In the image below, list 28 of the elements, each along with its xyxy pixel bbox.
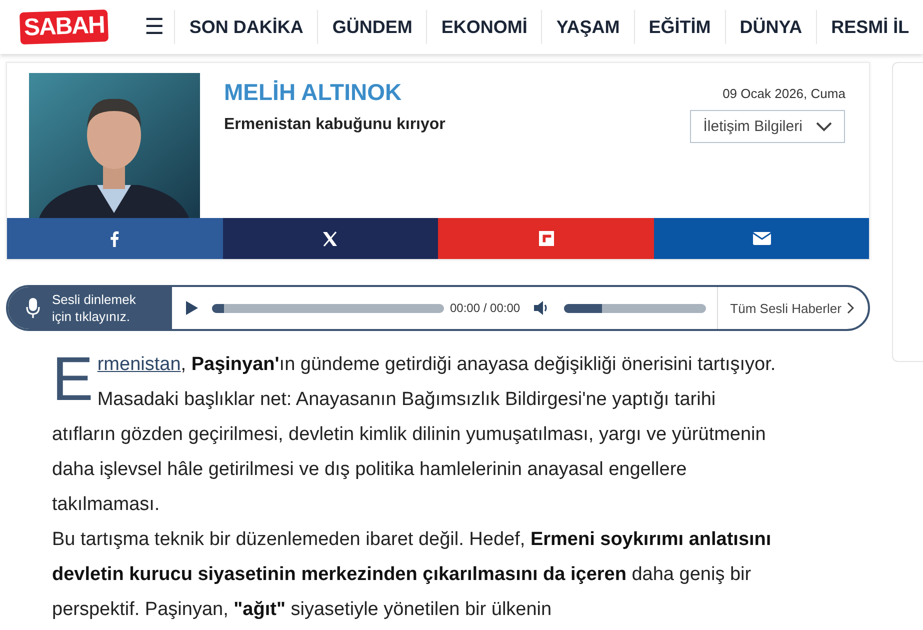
chevron-down-icon (816, 122, 832, 132)
volume-track[interactable] (564, 304, 706, 312)
all-audio-link[interactable]: Tüm Sesli Haberler (717, 287, 868, 329)
nav-link[interactable]: YAŞAM (542, 10, 635, 44)
nav-link[interactable]: GÜNDEM (318, 10, 428, 44)
share-button[interactable] (654, 218, 870, 259)
nav-link[interactable]: DÜNYA (726, 10, 818, 44)
logo[interactable]: SABAH (19, 9, 109, 45)
date: 09 Ocak 2026, Cuma (722, 86, 846, 101)
flipboard-icon (538, 231, 554, 246)
nav-link[interactable]: SON DAKİKA (175, 10, 318, 44)
article-title: Ermenistan kabuğunu kırıyor (224, 116, 446, 134)
article-link[interactable]: rmenistan (97, 354, 181, 375)
nav-link[interactable]: RESMİ İL (817, 10, 923, 44)
nav-link[interactable]: EKONOMİ (427, 10, 542, 44)
share-button[interactable] (438, 218, 654, 259)
contact-dropdown[interactable]: İletişim Bilgileri (690, 110, 846, 143)
play-icon[interactable] (186, 301, 198, 315)
facebook-icon (110, 230, 120, 246)
time-display: 00:00 / 00:00 (450, 301, 520, 315)
x-logo-icon (322, 230, 338, 246)
author-name[interactable]: MELİH ALTINOK (224, 79, 446, 106)
microphone-icon[interactable] (26, 298, 40, 318)
article-paragraph: Bu tartışma teknik bir düzenlemeden ibaret değil. Hedef, Ermeni soykırımı anlatısını devletin kurucu siyasetinin merkezinden çıkarılmasını da içeren daha geniş bir perspektif. Paşinyan, "ağıt" siyasetiyle yönetilen bir ülkenin (52, 528, 772, 622)
chevron-right-icon (847, 302, 854, 314)
progress-track[interactable] (212, 304, 444, 312)
mail-icon (752, 232, 771, 245)
nav-link[interactable]: EĞİTİM (634, 10, 726, 44)
